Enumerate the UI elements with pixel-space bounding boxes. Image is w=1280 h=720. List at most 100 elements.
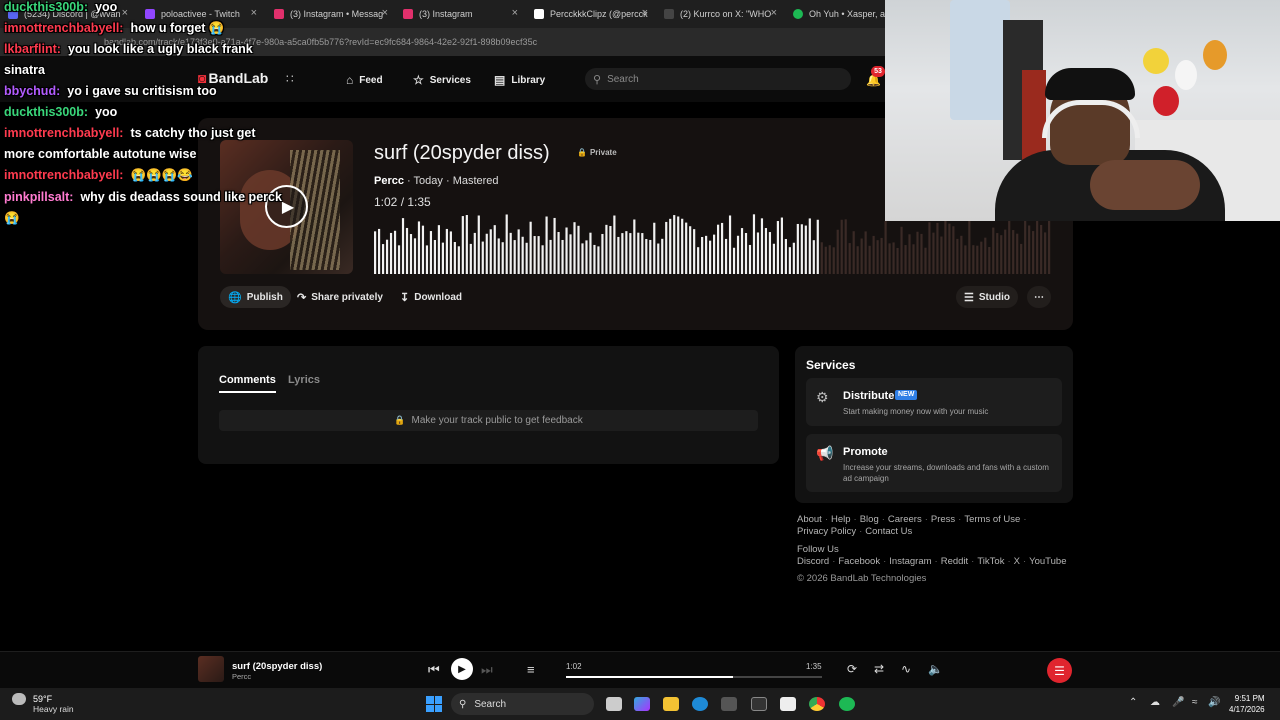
file-explorer-icon[interactable] bbox=[663, 697, 679, 711]
service-desc: Start making money now with your music bbox=[843, 407, 989, 416]
social-link-reddit[interactable]: Reddit bbox=[941, 556, 968, 567]
share-privately-button[interactable]: ↷ Share privately bbox=[289, 286, 391, 308]
waveform-toggle-icon[interactable]: ∿ bbox=[901, 662, 911, 676]
waveform-bar bbox=[1040, 224, 1043, 274]
waveform-bar bbox=[405, 227, 409, 274]
wifi-icon[interactable]: ≈ bbox=[1192, 697, 1198, 708]
waveform-bar bbox=[948, 223, 951, 274]
footer-link-about[interactable]: About bbox=[797, 514, 822, 525]
close-icon[interactable]: × bbox=[771, 7, 777, 19]
previous-button[interactable]: ⏮ bbox=[428, 662, 440, 678]
download-button[interactable]: ↧ Download bbox=[392, 286, 470, 308]
player-track-title[interactable]: surf (20spyder diss) bbox=[232, 661, 322, 672]
player-artwork[interactable] bbox=[198, 656, 224, 682]
player-total: 1:35 bbox=[806, 662, 822, 671]
edge-icon[interactable] bbox=[692, 697, 708, 711]
next-button[interactable]: ⏭ bbox=[481, 662, 493, 678]
chat-username: duckthis300b: bbox=[4, 0, 89, 14]
chrome-icon[interactable] bbox=[809, 697, 825, 711]
tab-comments[interactable]: Comments bbox=[219, 374, 276, 393]
close-icon[interactable]: × bbox=[122, 7, 128, 19]
close-icon[interactable]: × bbox=[251, 7, 257, 19]
footer-link-terms[interactable]: Terms of Use bbox=[964, 514, 1020, 525]
browser-tab[interactable]: (2) Kurrco on X: "WHO × bbox=[664, 4, 777, 24]
taskbar-search[interactable]: ⚲ Search bbox=[451, 693, 594, 715]
player-artist[interactable]: Percc bbox=[232, 672, 251, 681]
service-distribute[interactable]: ⚙ Distribute NEW Start making money now … bbox=[806, 378, 1062, 426]
footer-link-careers[interactable]: Careers bbox=[888, 514, 922, 525]
waveform-bar bbox=[872, 235, 875, 274]
search-icon: ⚲ bbox=[459, 698, 467, 710]
waveform-bar bbox=[413, 238, 417, 274]
browser-tab[interactable]: Oh Yuh • Xasper, alos bbox=[793, 4, 885, 24]
queue-list-icon[interactable]: ≡ bbox=[527, 662, 535, 677]
app-icon[interactable] bbox=[751, 697, 767, 711]
tab-lyrics[interactable]: Lyrics bbox=[288, 374, 320, 386]
footer-link-help[interactable]: Help bbox=[831, 514, 851, 525]
capcut-icon[interactable] bbox=[780, 697, 796, 711]
waveform-bar bbox=[409, 234, 413, 274]
browser-tab[interactable]: (3) Instagram • Messag × bbox=[274, 4, 388, 24]
social-link-facebook[interactable]: Facebook bbox=[838, 556, 880, 567]
speaker-icon[interactable]: 🔊 bbox=[1208, 697, 1220, 708]
cloud-icon[interactable]: ☁ bbox=[1150, 697, 1160, 708]
lock-icon: 🔒 bbox=[577, 148, 587, 157]
chat-message: more comfortable autotune wise bbox=[4, 147, 196, 161]
social-link-discord[interactable]: Discord bbox=[797, 556, 829, 567]
browser-tab[interactable]: (3) Instagram × bbox=[403, 4, 518, 24]
player-play-button[interactable]: ▶ bbox=[451, 658, 473, 680]
waveform-bar bbox=[920, 233, 923, 274]
nav-library[interactable]: ▤ Library bbox=[494, 73, 545, 87]
waveform-bar bbox=[780, 217, 783, 274]
browser-tab[interactable]: PercckkkClipz (@percck × bbox=[534, 4, 648, 24]
chat-username: lkbarflint: bbox=[4, 42, 61, 56]
social-link-instagram[interactable]: Instagram bbox=[889, 556, 931, 567]
footer-link-privacy[interactable]: Privacy Policy bbox=[797, 526, 856, 537]
repeat-icon[interactable]: ⟳ bbox=[847, 662, 857, 676]
service-promote[interactable]: 📢 Promote Increase your streams, downloa… bbox=[806, 434, 1062, 492]
task-view-icon[interactable] bbox=[606, 697, 622, 711]
mic-icon[interactable]: 🎤 bbox=[1172, 697, 1184, 708]
nav-feed[interactable]: ⌂ Feed bbox=[346, 73, 383, 87]
waveform-bar bbox=[952, 226, 955, 274]
waveform-bar bbox=[573, 222, 576, 274]
megaphone-icon: 📢 bbox=[816, 445, 834, 461]
waveform-bar bbox=[908, 234, 911, 274]
apps-grid-icon[interactable]: ∷ bbox=[286, 72, 300, 86]
sliders-icon: ☰ bbox=[964, 291, 974, 304]
weather-widget[interactable]: 59°F Heavy rain bbox=[14, 694, 74, 714]
footer-link-blog[interactable]: Blog bbox=[860, 514, 879, 525]
waveform[interactable] bbox=[374, 214, 1052, 274]
plush-toy bbox=[1203, 40, 1227, 70]
windows-start-icon[interactable] bbox=[426, 696, 442, 712]
footer-link-press[interactable]: Press bbox=[931, 514, 955, 525]
social-link-youtube[interactable]: YouTube bbox=[1029, 556, 1066, 567]
shuffle-icon[interactable]: ⇄ bbox=[874, 662, 884, 676]
social-link-tiktok[interactable]: TikTok bbox=[977, 556, 1004, 567]
spotify-icon[interactable] bbox=[839, 697, 855, 711]
plush-toy bbox=[1153, 86, 1179, 116]
volume-icon[interactable]: 🔈 bbox=[928, 662, 943, 676]
waveform-bar bbox=[377, 228, 381, 274]
waveform-bar bbox=[888, 243, 891, 274]
chat-text: yoo bbox=[95, 0, 118, 14]
studio-button[interactable]: ☰ Studio bbox=[956, 286, 1018, 308]
queue-button[interactable]: ☰ bbox=[1047, 658, 1072, 683]
artist-link[interactable]: Percc bbox=[374, 175, 404, 187]
close-icon[interactable]: × bbox=[382, 7, 388, 19]
close-icon[interactable]: × bbox=[512, 7, 518, 19]
play-icon: ▶ bbox=[281, 198, 295, 216]
nav-services[interactable]: ☆ Services bbox=[413, 73, 471, 87]
more-options-button[interactable]: ⋯ bbox=[1027, 286, 1051, 308]
social-link-x[interactable]: X bbox=[1014, 556, 1020, 567]
tray-chevron-icon[interactable]: ⌃ bbox=[1129, 697, 1137, 708]
copilot-icon[interactable] bbox=[634, 697, 650, 711]
close-icon[interactable]: × bbox=[642, 7, 648, 19]
publish-button[interactable]: 🌐 Publish bbox=[220, 286, 291, 308]
waveform-bar bbox=[904, 245, 907, 274]
store-icon[interactable] bbox=[721, 697, 737, 711]
taskbar-clock[interactable]: 9:51 PM 4/17/2026 bbox=[1229, 693, 1265, 715]
weather-condition: Heavy rain bbox=[33, 704, 74, 714]
footer-link-contact[interactable]: Contact Us bbox=[865, 526, 912, 537]
search-input[interactable]: ⚲ Search bbox=[585, 68, 851, 90]
